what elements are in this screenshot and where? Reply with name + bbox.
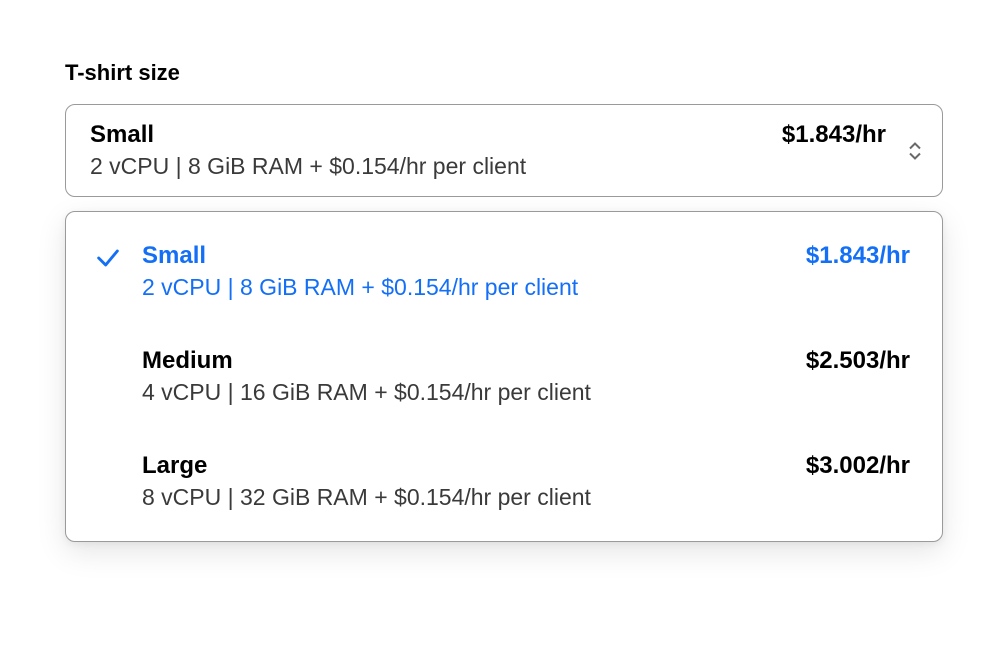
- selected-price: $1.843/hr: [782, 121, 886, 149]
- option-specs: 4 vCPU | 16 GiB RAM + $0.154/hr per clie…: [142, 379, 910, 406]
- size-dropdown-panel: Small $1.843/hr 2 vCPU | 8 GiB RAM + $0.…: [65, 211, 943, 542]
- option-name: Small: [142, 242, 206, 270]
- chevrons-up-down-icon: [908, 141, 922, 160]
- option-name: Medium: [142, 347, 233, 375]
- size-select-trigger[interactable]: Small $1.843/hr 2 vCPU | 8 GiB RAM + $0.…: [65, 104, 943, 197]
- option-price: $2.503/hr: [806, 347, 910, 375]
- option-price: $3.002/hr: [806, 452, 910, 480]
- option-small[interactable]: Small $1.843/hr 2 vCPU | 8 GiB RAM + $0.…: [66, 230, 942, 313]
- option-large[interactable]: Large $3.002/hr 8 vCPU | 32 GiB RAM + $0…: [66, 440, 942, 523]
- option-specs: 2 vCPU | 8 GiB RAM + $0.154/hr per clien…: [142, 274, 910, 301]
- option-price: $1.843/hr: [806, 242, 910, 270]
- field-label: T-shirt size: [65, 60, 943, 86]
- option-specs: 8 vCPU | 32 GiB RAM + $0.154/hr per clie…: [142, 484, 910, 511]
- option-medium[interactable]: Medium $2.503/hr 4 vCPU | 16 GiB RAM + $…: [66, 335, 942, 418]
- selected-specs: 2 vCPU | 8 GiB RAM + $0.154/hr per clien…: [90, 153, 886, 180]
- check-icon: [94, 244, 122, 272]
- selected-name: Small: [90, 121, 154, 149]
- option-name: Large: [142, 452, 207, 480]
